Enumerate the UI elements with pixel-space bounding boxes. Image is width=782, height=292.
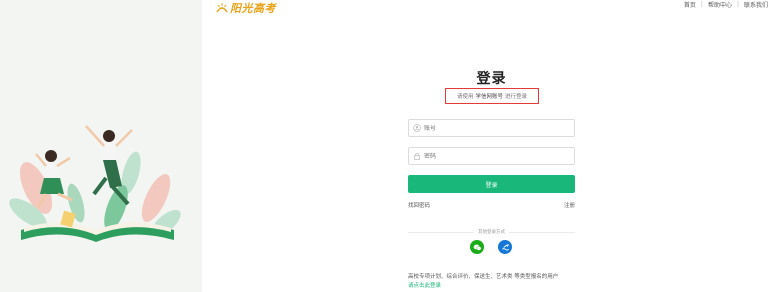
divider-line (408, 231, 474, 233)
forgot-password-link[interactable]: 找回密码 (408, 201, 430, 209)
brand-name: 阳光高考 (230, 2, 276, 15)
password-field[interactable] (408, 147, 575, 165)
brand-logo[interactable]: 阳光高考 (216, 0, 276, 16)
nav-separator: | (736, 1, 739, 8)
password-input[interactable] (424, 152, 564, 160)
account-input[interactable] (424, 124, 564, 132)
nav-help-link[interactable]: 帮助中心 (708, 0, 732, 9)
other-login-label: 其他登录方式 (478, 230, 505, 235)
login-form: 登录 请使用 学信网账号 进行登录 登录 找回密码 注册 其他登录方式 (408, 70, 575, 289)
sun-icon (216, 3, 228, 13)
illustration-panel (0, 0, 202, 292)
hint-prefix: 请使用 (456, 94, 474, 100)
login-submit-button[interactable]: 登录 (408, 175, 575, 193)
nav-contact-link[interactable]: 联系我们 (744, 0, 768, 9)
wechat-login-button[interactable] (470, 240, 484, 254)
divider-line (509, 231, 575, 233)
other-login-divider: 其他登录方式 (408, 229, 575, 235)
login-title: 登录 (476, 71, 507, 87)
auxiliary-links: 找回密码 注册 (408, 201, 575, 209)
wechat-icon (473, 244, 481, 250)
students-reading-illustration (9, 125, 181, 242)
nav-separator: | (700, 1, 703, 8)
top-nav: 首页 | 帮助中心 | 联系我们 (684, 0, 768, 9)
lock-icon (414, 153, 420, 160)
special-users-notice: 高校专项计划、综合评价、保送生、艺术类 等类型报名的用户 (408, 274, 559, 280)
special-users-login-link[interactable]: 请点击此登录 (408, 281, 441, 289)
swimmer-icon (501, 243, 509, 250)
social-login-buttons (470, 240, 512, 254)
hint-account-type: 学信网账号 (475, 94, 503, 100)
login-hint-highlight: 请使用 学信网账号 进行登录 (445, 88, 539, 104)
nav-home-link[interactable]: 首页 (684, 0, 696, 9)
register-link[interactable]: 注册 (564, 201, 575, 209)
hint-suffix: 进行登录 (505, 94, 528, 100)
alternate-login-button[interactable] (498, 240, 512, 254)
account-field[interactable] (408, 119, 575, 137)
user-icon (413, 124, 421, 132)
